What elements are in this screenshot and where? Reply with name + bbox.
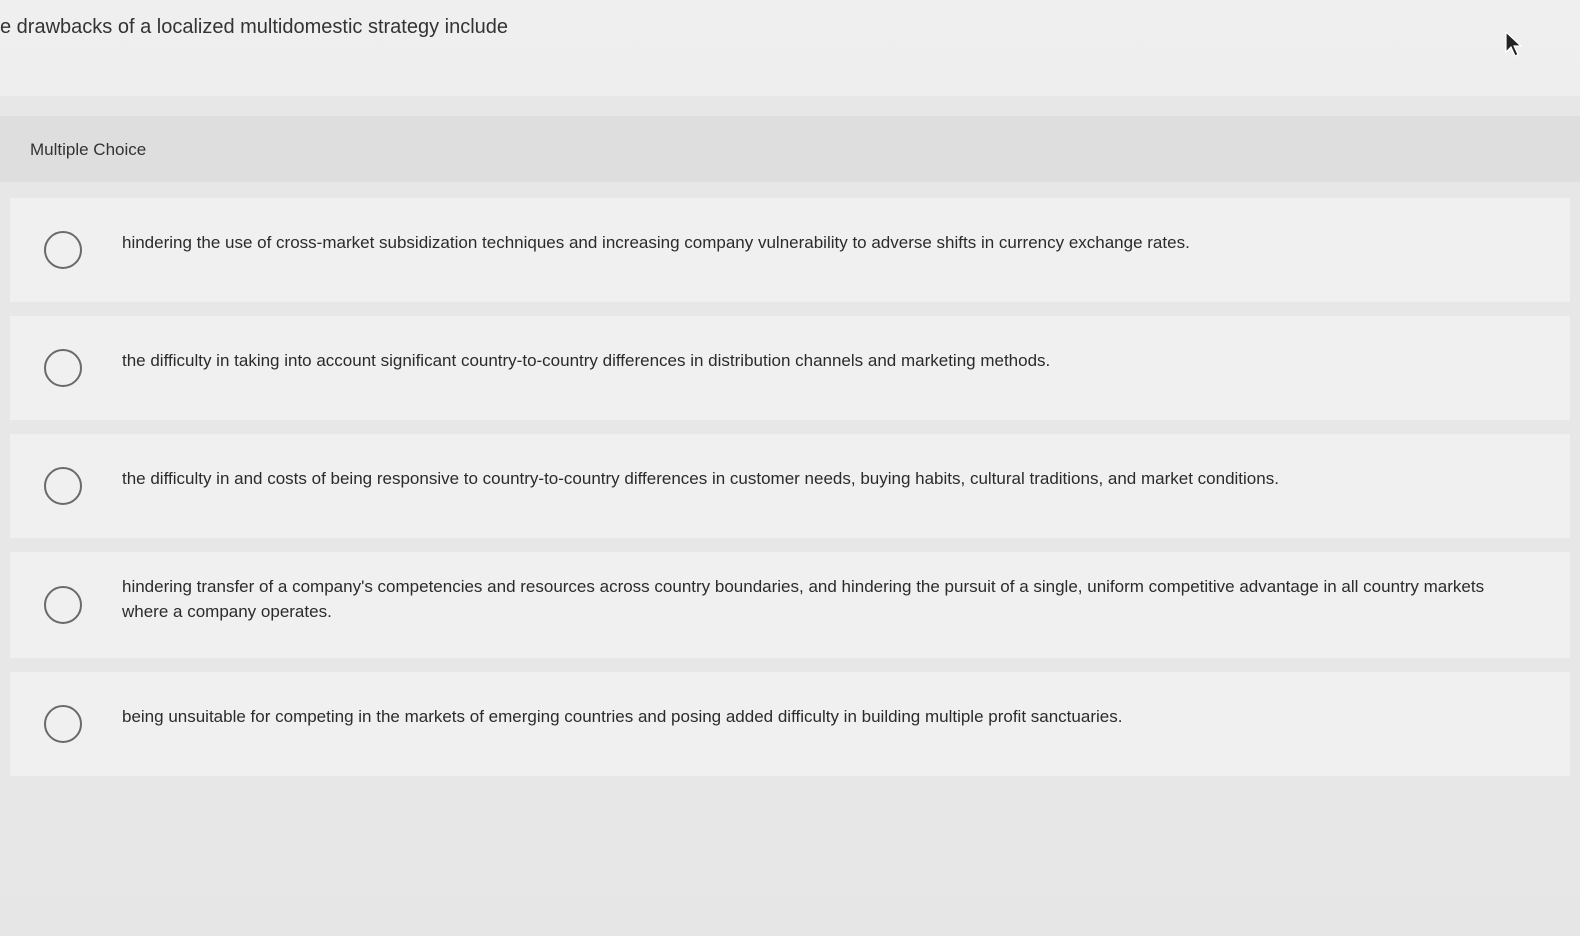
answer-option-4[interactable]: hindering transfer of a company's compet… [10,552,1570,658]
answer-option-5[interactable]: being unsuitable for competing in the ma… [10,672,1570,776]
answer-option-label: the difficulty in and costs of being res… [122,469,1279,488]
question-type-header: Multiple Choice [0,116,1580,182]
radio-circle-icon[interactable] [44,349,82,387]
radio-circle-icon[interactable] [44,467,82,505]
answer-option-2[interactable]: the difficulty in taking into account si… [10,316,1570,420]
radio-circle-icon[interactable] [44,586,82,624]
answer-option-label: hindering the use of cross-market subsid… [122,233,1190,252]
quiz-page: e drawbacks of a localized multidomestic… [0,0,1580,936]
answer-option-1[interactable]: hindering the use of cross-market subsid… [10,198,1570,302]
radio-circle-icon[interactable] [44,705,82,743]
answer-option-label: being unsuitable for competing in the ma… [122,707,1123,726]
mouse-pointer-icon [1504,30,1524,60]
answer-option-label: hindering transfer of a company's compet… [122,577,1485,621]
answer-option-label: the difficulty in taking into account si… [122,351,1051,370]
question-panel: Multiple Choice hindering the use of cro… [0,96,1580,896]
answer-options: hindering the use of cross-market subsid… [10,198,1570,790]
radio-circle-icon[interactable] [44,231,82,269]
answer-option-3[interactable]: the difficulty in and costs of being res… [10,434,1570,538]
question-stem: e drawbacks of a localized multidomestic… [0,16,509,38]
question-type-label: Multiple Choice [30,140,147,159]
